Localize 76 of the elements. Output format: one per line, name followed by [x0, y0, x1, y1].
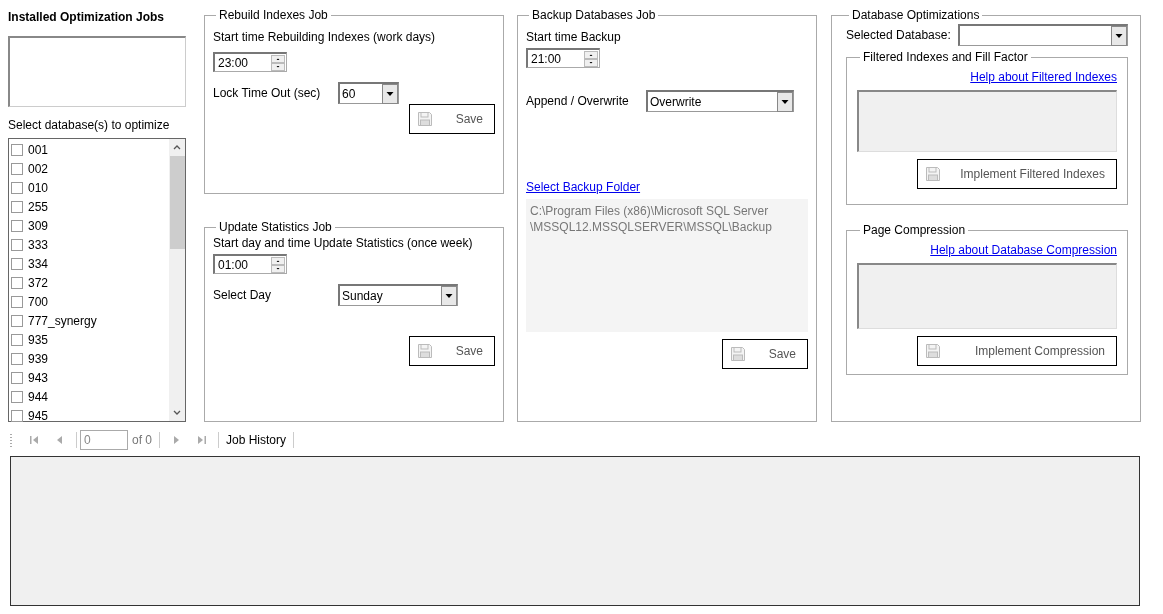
database-name: 334 [28, 256, 49, 271]
field-label: Start time Backup [526, 30, 622, 44]
database-dropdown[interactable] [958, 24, 1128, 46]
folder-path-field: C:\Program Files (x86)\Microsoft SQL Server \MSSQL12.MSSQLSERVER\MSSQL\Backup [526, 199, 808, 332]
database-name: 935 [28, 332, 49, 347]
group-title: Page Compression [862, 223, 967, 237]
select-folder-link[interactable]: Select Backup Folder [526, 180, 808, 194]
time-field[interactable]: 01:00 [213, 254, 287, 274]
database-name: 010 [28, 180, 49, 195]
database-name: 001 [28, 142, 49, 157]
database-name: 372 [28, 275, 49, 290]
checkbox[interactable] [11, 333, 23, 346]
checkbox[interactable] [11, 200, 23, 213]
grip-icon [10, 432, 13, 448]
checkbox[interactable] [11, 219, 23, 232]
database-name: 945 [28, 408, 49, 423]
checkbox[interactable] [11, 162, 23, 175]
checkbox[interactable] [11, 143, 23, 156]
spin-arrows-icon[interactable] [584, 50, 598, 67]
checkbox[interactable] [11, 314, 23, 327]
implement-button[interactable]: Implement Filtered Indexes [917, 159, 1117, 189]
field-label: Start day and time Update Statistics (once week) [213, 236, 474, 250]
implement-button[interactable]: Implement Compression [917, 336, 1117, 366]
database-name: 944 [28, 389, 49, 404]
time-field[interactable]: 23:00 [213, 52, 287, 72]
database-name: 777_synergy [28, 313, 97, 328]
mode-dropdown[interactable]: Overwrite [646, 90, 794, 112]
checkbox[interactable] [11, 257, 23, 270]
database-name: 939 [28, 351, 49, 366]
group-title: Database Optimizations [851, 8, 981, 22]
field-label: Select Day [213, 288, 273, 302]
scroll-down-icon[interactable] [173, 410, 181, 415]
help-link[interactable]: Help about Database Compression [930, 243, 1117, 257]
save-button[interactable]: Save [722, 339, 808, 369]
scrollbar-thumb[interactable] [169, 156, 185, 249]
checkbox[interactable] [11, 238, 23, 251]
group-title: Update Statistics Job [218, 220, 333, 234]
database-name: 309 [28, 218, 49, 233]
spin-arrows-icon[interactable] [271, 54, 285, 71]
section-title: Installed Optimization Jobs [8, 10, 166, 24]
database-name: 700 [28, 294, 49, 309]
database-name: 943 [28, 370, 49, 385]
field-label: Lock Time Out (sec) [213, 86, 322, 100]
database-list[interactable]: 001 002 010 255 309 333 334 372 700 777_synergy 935 939 943 944 945 [8, 138, 186, 422]
first-page-icon[interactable] [28, 434, 40, 446]
scroll-up-icon[interactable] [173, 145, 181, 150]
save-button[interactable]: Save [409, 104, 495, 134]
last-page-icon[interactable] [196, 434, 208, 446]
field-label: Start time Rebuilding Indexes (work days) [213, 30, 437, 44]
help-link[interactable]: Help about Filtered Indexes [970, 70, 1117, 84]
field-label: Append / Overwrite [526, 94, 630, 108]
database-name: 333 [28, 237, 49, 252]
scrollbar[interactable] [169, 139, 185, 421]
group-title: Rebuild Indexes Job [218, 8, 329, 22]
checkbox[interactable] [11, 409, 23, 422]
checkbox[interactable] [11, 181, 23, 194]
jobs-list[interactable] [8, 36, 186, 107]
page-count: of 0 [132, 433, 152, 447]
page-number-field[interactable]: 0 [80, 430, 128, 450]
group-title: Backup Databases Job [531, 8, 657, 22]
checkbox[interactable] [11, 390, 23, 403]
database-list-label: Select database(s) to optimize [8, 118, 171, 132]
database-name: 255 [28, 199, 49, 214]
checkbox[interactable] [11, 371, 23, 384]
checkbox[interactable] [11, 295, 23, 308]
time-field[interactable]: 21:00 [526, 48, 600, 68]
spin-arrows-icon[interactable] [271, 256, 285, 273]
database-name: 002 [28, 161, 49, 176]
toolbar-label: Job History [226, 433, 287, 447]
checkbox[interactable] [11, 276, 23, 289]
day-dropdown[interactable]: Sunday [338, 284, 458, 306]
save-button[interactable]: Save [409, 336, 495, 366]
timeout-dropdown[interactable]: 60 [338, 82, 399, 104]
checkbox[interactable] [11, 352, 23, 365]
group-title: Filtered Indexes and Fill Factor [862, 50, 1029, 64]
field-label: Selected Database: [846, 28, 952, 42]
